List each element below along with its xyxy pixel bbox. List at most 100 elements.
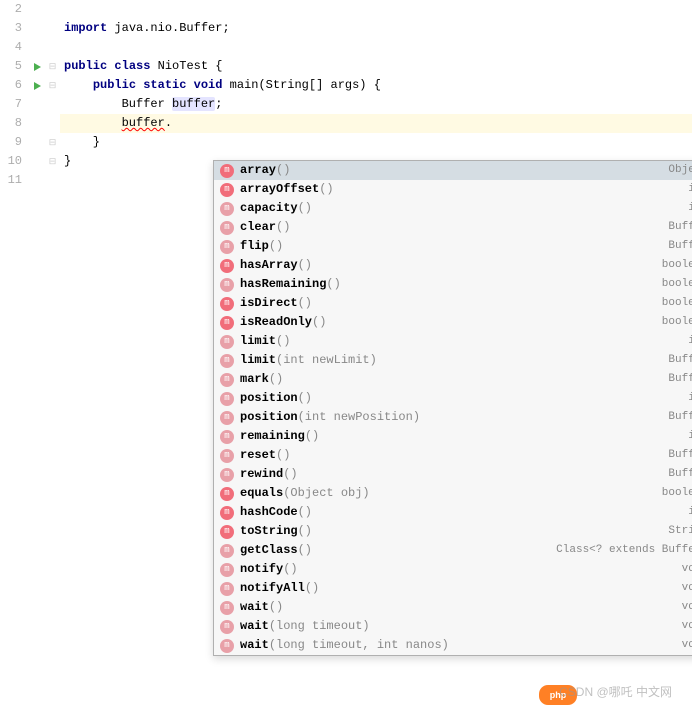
autocomplete-popup: marray()ObjectmarrayOffset()intmcapacity…	[213, 160, 692, 656]
method-params: ()	[312, 313, 326, 332]
return-type: void	[682, 636, 692, 655]
autocomplete-item[interactable]: mremaining()int	[214, 427, 692, 446]
code-line-active: buffer.	[60, 114, 692, 133]
autocomplete-item[interactable]: mmark()Buffer	[214, 370, 692, 389]
autocomplete-item[interactable]: mequals(Object obj)boolean	[214, 484, 692, 503]
code-line	[60, 38, 692, 57]
method-icon: m	[220, 297, 234, 311]
method-name: getClass	[240, 541, 298, 560]
fold-toggle-icon[interactable]: ⊟	[45, 152, 60, 171]
autocomplete-item[interactable]: mclear()Buffer	[214, 218, 692, 237]
autocomplete-item[interactable]: marrayOffset()int	[214, 180, 692, 199]
method-icon: m	[220, 487, 234, 501]
return-type: int	[688, 180, 692, 199]
method-icon: m	[220, 544, 234, 558]
return-type: void	[682, 560, 692, 579]
autocomplete-item[interactable]: marray()Object	[214, 161, 692, 180]
code-line: }	[60, 133, 692, 152]
method-icon: m	[220, 430, 234, 444]
method-params: (Object obj)	[283, 484, 369, 503]
line-number: 3	[0, 19, 22, 38]
return-type: Buffer	[668, 446, 692, 465]
line-number: 10	[0, 152, 22, 171]
method-name: position	[240, 408, 298, 427]
autocomplete-item[interactable]: mlimit()int	[214, 332, 692, 351]
method-params: (long timeout, int nanos)	[269, 636, 449, 655]
line-number: 2	[0, 0, 22, 19]
run-gutter	[30, 0, 45, 715]
autocomplete-item[interactable]: mhashCode()int	[214, 503, 692, 522]
method-icon: m	[220, 335, 234, 349]
fold-toggle-icon[interactable]: ⊟	[45, 57, 60, 76]
method-icon: m	[220, 278, 234, 292]
autocomplete-item[interactable]: mwait(long timeout)void	[214, 617, 692, 636]
method-name: capacity	[240, 199, 298, 218]
autocomplete-item[interactable]: misReadOnly()boolean	[214, 313, 692, 332]
autocomplete-item[interactable]: mnotifyAll()void	[214, 579, 692, 598]
method-params: ()	[326, 275, 340, 294]
return-type: void	[682, 598, 692, 617]
method-params: ()	[298, 389, 312, 408]
method-icon: m	[220, 183, 234, 197]
fold-toggle-icon[interactable]: ⊟	[45, 133, 60, 152]
autocomplete-item[interactable]: misDirect()boolean	[214, 294, 692, 313]
code-area[interactable]: import java.nio.Buffer; public class Nio…	[60, 0, 692, 715]
autocomplete-item[interactable]: mtoString()String	[214, 522, 692, 541]
method-icon: m	[220, 259, 234, 273]
method-icon: m	[220, 202, 234, 216]
method-params: ()	[283, 560, 297, 579]
method-icon: m	[220, 411, 234, 425]
autocomplete-item[interactable]: mrewind()Buffer	[214, 465, 692, 484]
autocomplete-item[interactable]: mflip()Buffer	[214, 237, 692, 256]
autocomplete-item[interactable]: mwait()void	[214, 598, 692, 617]
method-name: reset	[240, 446, 276, 465]
autocomplete-item[interactable]: mwait(long timeout, int nanos)void	[214, 636, 692, 655]
return-type: Buffer	[668, 408, 692, 427]
method-icon: m	[220, 620, 234, 634]
autocomplete-item[interactable]: m getClass() Class<? extends Buffer>	[214, 541, 692, 560]
method-name: array	[240, 161, 276, 180]
method-name: clear	[240, 218, 276, 237]
line-number: 7	[0, 95, 22, 114]
autocomplete-item[interactable]: mposition()int	[214, 389, 692, 408]
autocomplete-item[interactable]: mreset()Buffer	[214, 446, 692, 465]
method-icon: m	[220, 468, 234, 482]
return-type: boolean	[662, 484, 692, 503]
method-name: wait	[240, 598, 269, 617]
autocomplete-item[interactable]: mcapacity()int	[214, 199, 692, 218]
return-type: Buffer	[668, 351, 692, 370]
variable-highlight: buffer	[172, 97, 215, 111]
code-line: import java.nio.Buffer;	[60, 19, 692, 38]
method-icon: m	[220, 354, 234, 368]
method-name: mark	[240, 370, 269, 389]
method-params: ()	[269, 598, 283, 617]
code-editor: 2 3 4 5 6 7 8 9 10 11 ⊟ ⊟ ⊟ ⊟ import jav…	[0, 0, 692, 715]
method-name: hasRemaining	[240, 275, 326, 294]
autocomplete-item[interactable]: mhasArray()boolean	[214, 256, 692, 275]
method-params: ()	[276, 332, 290, 351]
method-name: rewind	[240, 465, 283, 484]
run-icon[interactable]	[34, 63, 41, 71]
autocomplete-item[interactable]: mposition(int newPosition)Buffer	[214, 408, 692, 427]
return-type: Buffer	[668, 237, 692, 256]
fold-toggle-icon[interactable]: ⊟	[45, 76, 60, 95]
method-params: ()	[305, 427, 319, 446]
method-name: arrayOffset	[240, 180, 319, 199]
autocomplete-item[interactable]: mlimit(int newLimit)Buffer	[214, 351, 692, 370]
return-type: boolean	[662, 256, 692, 275]
method-params: ()	[298, 199, 312, 218]
method-params: ()	[298, 541, 312, 560]
return-type: Class<? extends Buffer>	[556, 541, 692, 560]
code-line: Buffer buffer;	[60, 95, 692, 114]
method-params: ()	[298, 503, 312, 522]
method-params: ()	[269, 370, 283, 389]
method-name: wait	[240, 617, 269, 636]
return-type: int	[688, 427, 692, 446]
fold-gutter: ⊟ ⊟ ⊟ ⊟	[45, 0, 60, 715]
run-icon[interactable]	[34, 82, 41, 90]
autocomplete-item[interactable]: mhasRemaining()boolean	[214, 275, 692, 294]
code-line: public static void main(String[] args) {	[60, 76, 692, 95]
autocomplete-item[interactable]: mnotify()void	[214, 560, 692, 579]
line-number: 6	[0, 76, 22, 95]
method-params: (long timeout)	[269, 617, 370, 636]
